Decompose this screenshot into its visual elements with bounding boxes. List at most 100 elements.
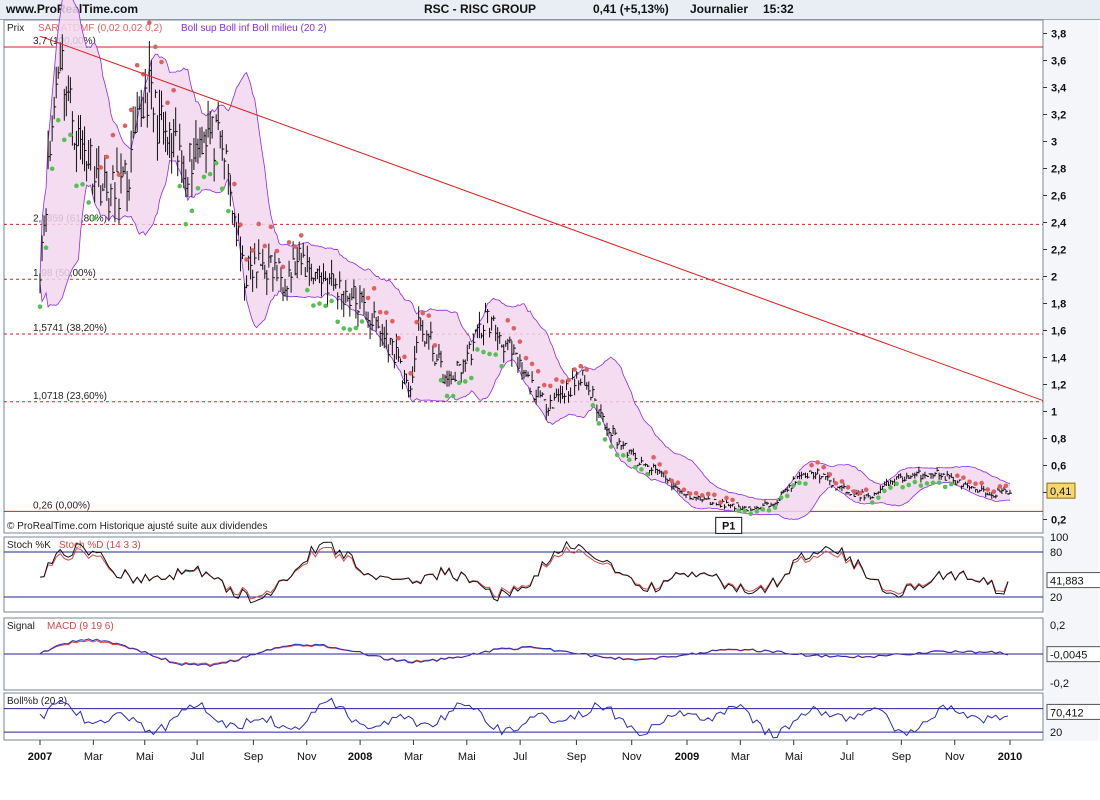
- y-tick-label: 0,2: [1051, 515, 1066, 527]
- indicator-label-2: Stoch %D (14 3 3): [59, 540, 141, 551]
- sar-dot-up: [317, 301, 322, 306]
- sar-dot-down: [1003, 483, 1009, 489]
- sar-dot-up: [444, 393, 450, 399]
- sar-dot-up: [797, 480, 802, 486]
- sar-dot-down: [967, 479, 972, 485]
- y-tick-label: 2,2: [1051, 245, 1066, 257]
- sar-dot-down: [863, 487, 869, 493]
- sar-dot-up: [456, 380, 462, 386]
- sar-dot-down: [414, 319, 419, 325]
- sar-dot-down: [159, 59, 164, 65]
- indicator-label-2: MACD (9 19 6): [47, 621, 114, 632]
- sar-dot-down: [383, 310, 389, 315]
- sar-dot-down: [548, 383, 553, 389]
- x-tick-label: Mai: [458, 751, 476, 763]
- sar-dot-down: [669, 478, 675, 484]
- sar-dot-up: [626, 457, 632, 463]
- sar-dot-up: [438, 377, 444, 383]
- x-axis: 2007 Mar Mai Jul Sep Nov 2008 Mar Mai Jul Sep Nov 20…: [28, 740, 1022, 763]
- sar-dot-down: [724, 495, 729, 501]
- sar-dot-up: [596, 421, 602, 426]
- sar-dot-up: [791, 483, 796, 488]
- sar-dot-down: [821, 464, 826, 470]
- sar-dot-down: [675, 480, 681, 486]
- sar-dot-down: [238, 222, 243, 227]
- sar-dot-down: [104, 154, 110, 160]
- sar-dot-up: [754, 509, 760, 514]
- sar-dot-up: [882, 488, 887, 494]
- y-tick-label: 2,8: [1051, 164, 1066, 176]
- sar-dot-up: [177, 183, 183, 189]
- sar-dot-up: [645, 471, 650, 477]
- y-tick-label: 3,6: [1051, 56, 1066, 68]
- sar-dot-up: [803, 481, 808, 486]
- y-tick-label: 3,4: [1051, 83, 1067, 95]
- sar-dot-down: [705, 491, 711, 497]
- sar-dot-down: [280, 264, 286, 270]
- sar-dot-down: [517, 339, 523, 344]
- sar-dot-up: [602, 437, 608, 442]
- sar-dot-down: [554, 377, 559, 382]
- sar-dot-down: [997, 484, 1003, 489]
- sar-dot-up: [201, 174, 207, 180]
- sar-dot-down: [699, 493, 705, 498]
- y-tick-label: 1: [1051, 407, 1057, 419]
- sar-dot-up: [778, 495, 784, 500]
- indicator-value: 70,412: [1050, 707, 1084, 719]
- x-tick-label: Sep: [244, 751, 264, 763]
- x-tick-label: Jul: [190, 751, 204, 763]
- y-tick-label: 0,6: [1051, 461, 1066, 473]
- sar-dot-down: [390, 318, 395, 324]
- sar-dot-down: [274, 248, 280, 254]
- sar-dot-down: [712, 492, 717, 498]
- sar-dot-up: [62, 137, 67, 143]
- sar-dot-down: [651, 455, 656, 460]
- sar-dot-down: [292, 244, 298, 249]
- sar-dot-down: [663, 470, 669, 475]
- sar-dot-up: [80, 182, 85, 187]
- sar-dot-up: [219, 186, 225, 192]
- sar-dot-down: [584, 367, 590, 372]
- sar-dot-up: [335, 319, 340, 325]
- sar-dot-down: [250, 248, 255, 253]
- sar-dot-down: [365, 295, 371, 301]
- sar-dot-down: [420, 310, 426, 316]
- sar-dot-up: [784, 493, 790, 499]
- sar-dot-up: [906, 482, 912, 488]
- x-tick-label: Mai: [136, 751, 154, 763]
- sar-dot-up: [68, 132, 73, 138]
- x-tick-label: Nov: [622, 751, 642, 763]
- sar-dot-up: [469, 375, 474, 381]
- sar-dot-up: [499, 363, 505, 369]
- indicator-tick: 100: [1050, 532, 1068, 544]
- sar-dot-up: [329, 298, 334, 304]
- indicator-tick: 0,2: [1050, 620, 1065, 632]
- x-tick-label: Sep: [892, 751, 912, 763]
- sar-dot-down: [110, 132, 116, 138]
- sar-dot-up: [608, 444, 614, 449]
- sar-dot-down: [153, 44, 158, 50]
- sar-dot-down: [165, 100, 170, 106]
- bollinger-legend: Boll sup Boll inf Boll milieu (20 2): [181, 23, 327, 34]
- sar-dot-up: [918, 483, 924, 488]
- sar-dot-up: [207, 171, 213, 177]
- sar-dot-down: [541, 382, 547, 388]
- price-label: Prix: [7, 23, 24, 34]
- sar-dot-down: [377, 309, 383, 315]
- sar-dot-down: [523, 355, 529, 361]
- y-tick-label: 3: [1051, 137, 1057, 149]
- sar-dot-up: [493, 352, 498, 357]
- sar-dot-up: [226, 208, 231, 214]
- sar-dot-up: [183, 221, 189, 227]
- sar-dot-up: [481, 349, 486, 355]
- sar-dot-down: [560, 379, 565, 384]
- sar-dot-down: [116, 172, 122, 178]
- sar-dot-down: [396, 335, 401, 341]
- sar-dot-down: [256, 221, 262, 227]
- sar-dot-up: [639, 467, 644, 472]
- sar-dot-up: [633, 464, 638, 470]
- sar-dot-up: [942, 484, 948, 490]
- sar-dot-up: [869, 500, 875, 505]
- x-tick-label: Jul: [513, 751, 527, 763]
- indicator-tick: -0,2: [1050, 678, 1069, 690]
